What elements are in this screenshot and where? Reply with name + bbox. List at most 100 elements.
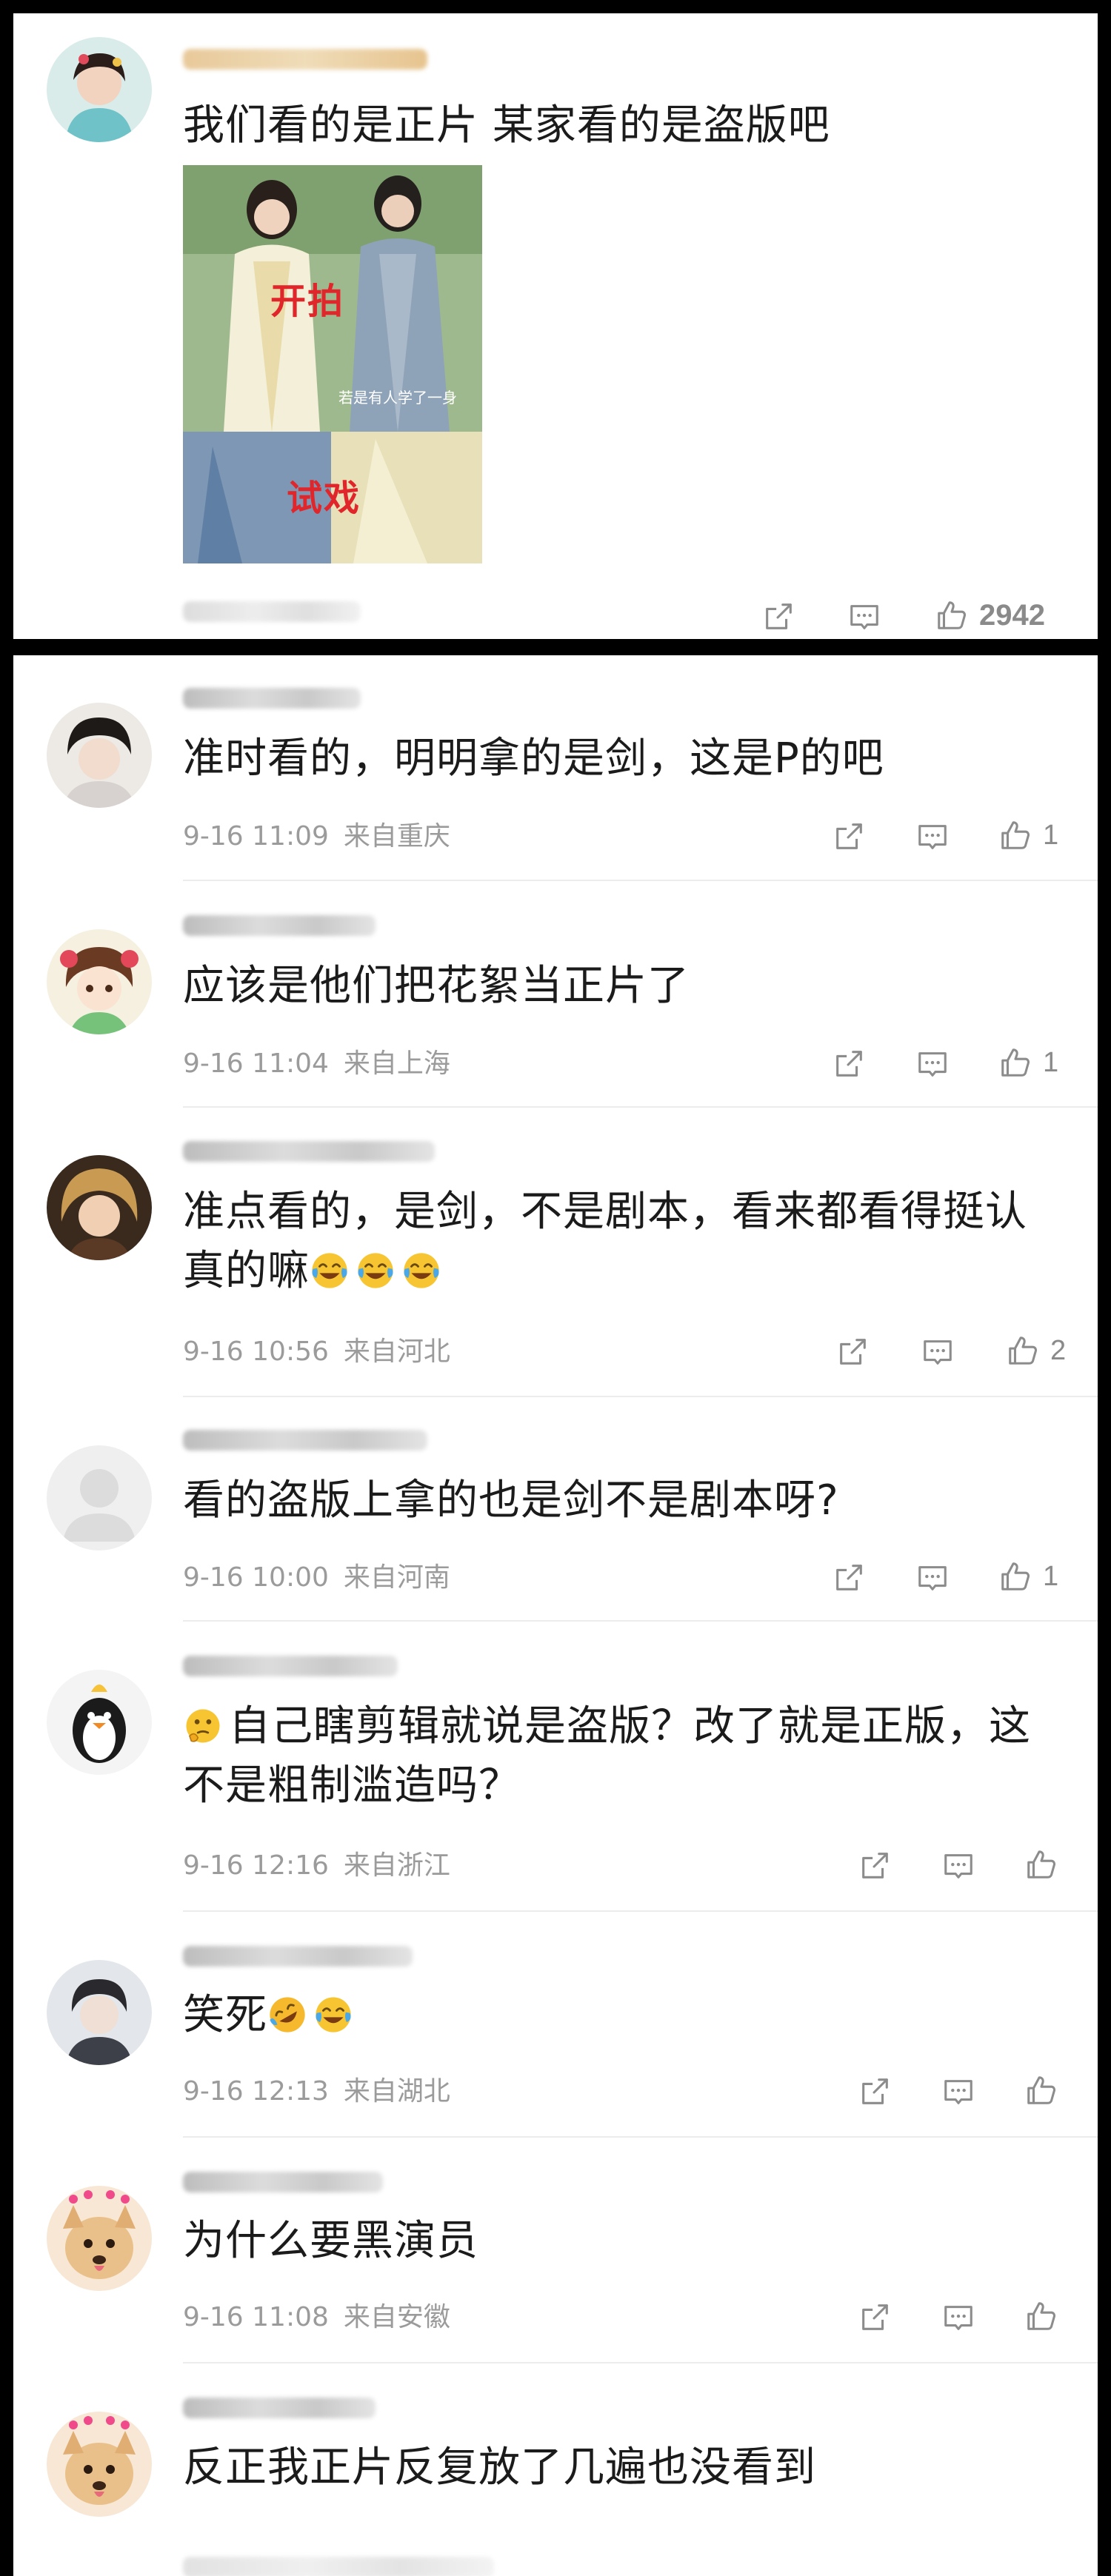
divider: [183, 1910, 1098, 1912]
username-redacted[interactable]: [183, 911, 376, 940]
comment-time: 9-16 10:00: [183, 1562, 329, 1593]
divider: [183, 2136, 1098, 2138]
share-icon: [858, 2075, 892, 2109]
comment-location: 来自河北: [343, 1336, 450, 1367]
like-count: 1: [1043, 1046, 1059, 1078]
like-button[interactable]: 1: [998, 1042, 1058, 1083]
image-caption-top: 开拍: [270, 281, 345, 322]
share-icon: [858, 2301, 892, 2335]
crying-laughing-emoji: [401, 1251, 441, 1291]
avatar[interactable]: [47, 2186, 152, 2291]
avatar[interactable]: [47, 1155, 152, 1260]
like-button[interactable]: 1: [998, 814, 1058, 856]
comment-time: 9-16 11:08: [183, 2302, 329, 2332]
comment-text: 看的盗版上拿的也是剑不是剧本呀?: [183, 1476, 839, 1525]
like-button[interactable]: 1: [998, 1556, 1058, 1597]
share-button[interactable]: [835, 1331, 870, 1373]
comment-button[interactable]: [847, 596, 881, 638]
share-button[interactable]: [858, 1845, 892, 1887]
like-button[interactable]: [1024, 2070, 1058, 2111]
comment-location: 来自重庆: [343, 821, 450, 852]
username-redacted[interactable]: [183, 2167, 383, 2197]
comment-button[interactable]: [915, 1557, 950, 1599]
like-count: 1: [1043, 1560, 1059, 1592]
username-redacted[interactable]: [183, 1137, 435, 1166]
comment-text: 自己瞎剪辑就说是盗版？改了就是正版，这不是粗制滥造吗？: [183, 1697, 1042, 1816]
like-button[interactable]: 2942: [935, 595, 1045, 636]
comment-text: 应该是他们把花絮当正片了: [183, 962, 690, 1010]
share-icon: [761, 600, 795, 634]
comment-text: 准时看的，明明拿的是剑，这是P的吧: [183, 735, 884, 783]
comment-image[interactable]: 开拍 若是有人学了一身 试戏: [183, 165, 482, 563]
thumbs-up-icon: [1024, 1847, 1058, 1881]
comment-location: 来自上海: [343, 1048, 450, 1079]
avatar[interactable]: [47, 1960, 152, 2065]
share-button[interactable]: [858, 2071, 892, 2112]
crying-laughing-emoji: [313, 1995, 353, 2035]
meta-partial: [183, 2552, 494, 2576]
like-count: 2: [1050, 1334, 1067, 1366]
comment-text-body: 自己瞎剪辑就说是盗版？改了就是正版，这不是粗制滥造吗？: [183, 1702, 1031, 1810]
comment-location: 来自河南: [343, 1562, 450, 1593]
share-button[interactable]: [832, 816, 866, 857]
comment-icon: [915, 1047, 950, 1081]
comment-list: 准时看的，明明拿的是剑，这是P的吧 9-16 11:09 来自重庆 1 应该是他们…: [13, 655, 1098, 2576]
comment-meta: 9-16 10:00 来自河南: [183, 1562, 450, 1594]
username-redacted[interactable]: [183, 683, 361, 713]
avatar[interactable]: [47, 37, 152, 142]
thinking-emoji: [183, 1706, 223, 1746]
comment-text-body: 笑死: [183, 1991, 267, 2039]
comment-button[interactable]: [915, 816, 950, 857]
divider: [183, 1620, 1098, 1622]
share-icon: [835, 1335, 870, 1369]
share-icon: [858, 1849, 892, 1883]
comment-button[interactable]: [921, 1331, 955, 1373]
thumbs-up-icon: [998, 1559, 1032, 1593]
thumbs-up-icon: [1024, 2299, 1058, 2333]
like-count: 1: [1043, 819, 1059, 851]
rofl-emoji: [267, 1995, 307, 2035]
divider: [183, 1106, 1098, 1108]
comment-meta: 9-16 12:13 来自湖北: [183, 2075, 450, 2108]
comment-button[interactable]: [941, 1845, 975, 1887]
username-redacted[interactable]: [183, 2393, 376, 2423]
username-redacted[interactable]: [183, 1425, 427, 1455]
crying-laughing-emoji: [356, 1251, 396, 1291]
comment-icon: [921, 1335, 955, 1369]
comment-location: 来自浙江: [343, 1850, 450, 1881]
comment-meta: 9-16 11:08 来自安徽: [183, 2301, 450, 2334]
thumbs-up-icon: [1024, 2073, 1058, 2107]
divider: [183, 880, 1098, 881]
share-icon: [832, 1561, 866, 1595]
comment-icon: [941, 2301, 975, 2335]
comment-time: 9-16 10:56: [183, 1336, 329, 1367]
username-redacted[interactable]: [183, 1941, 413, 1971]
avatar[interactable]: [47, 929, 152, 1034]
like-button[interactable]: [1024, 2295, 1058, 2337]
comment-time: 9-16 12:16: [183, 1850, 329, 1881]
meta-redacted: [183, 597, 361, 626]
share-button[interactable]: [832, 1043, 866, 1085]
comment-text: 准点看的，是剑，不是剧本，看来都看得挺认真的嘛: [183, 1182, 1042, 1301]
comment-meta: 9-16 12:16 来自浙江: [183, 1850, 450, 1882]
share-button[interactable]: [761, 596, 795, 638]
username-redacted[interactable]: [183, 1651, 398, 1681]
avatar[interactable]: [47, 703, 152, 808]
avatar[interactable]: [47, 1445, 152, 1550]
username-redacted[interactable]: [183, 44, 427, 74]
avatar[interactable]: [47, 2412, 152, 2517]
share-button[interactable]: [858, 2297, 892, 2338]
comment-time: 9-16 11:09: [183, 821, 329, 852]
avatar[interactable]: [47, 1670, 152, 1775]
comment-button[interactable]: [915, 1043, 950, 1085]
comment-text: 为什么要黑演员: [183, 2217, 478, 2265]
like-button[interactable]: [1024, 1844, 1058, 1885]
thumbs-up-icon: [935, 598, 969, 632]
comment-time: 9-16 12:13: [183, 2076, 329, 2107]
share-button[interactable]: [832, 1557, 866, 1599]
comment-button[interactable]: [941, 2297, 975, 2338]
share-icon: [832, 820, 866, 854]
like-button[interactable]: 2: [1006, 1330, 1066, 1371]
comment-button[interactable]: [941, 2071, 975, 2112]
comment-meta: 9-16 11:04 来自上海: [183, 1048, 450, 1080]
